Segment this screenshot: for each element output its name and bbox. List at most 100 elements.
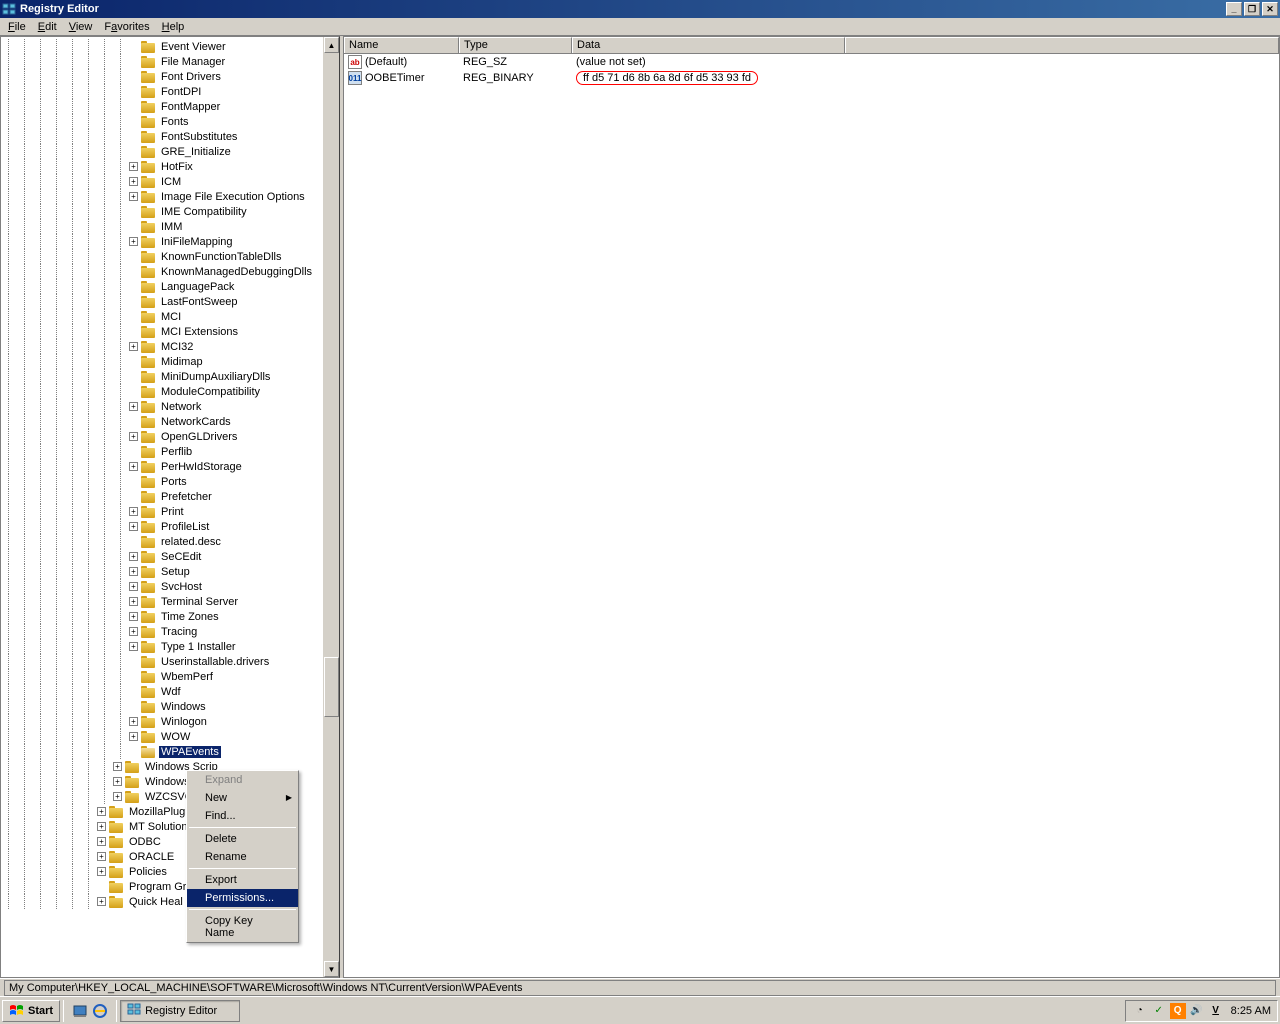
tree-item[interactable]: +SeCEdit <box>1 549 323 564</box>
tree-item[interactable]: related.desc <box>1 534 323 549</box>
tree-item[interactable]: FontDPI <box>1 84 323 99</box>
tree-item[interactable]: ModuleCompatibility <box>1 384 323 399</box>
tree-item[interactable]: Event Viewer <box>1 39 323 54</box>
tree-scrollbar[interactable]: ▲ ▼ <box>323 37 339 977</box>
tray-icon-5[interactable]: V <box>1208 1003 1224 1019</box>
tree-item[interactable]: +ProfileList <box>1 519 323 534</box>
tree-item[interactable]: Windows <box>1 699 323 714</box>
tray-icon-4[interactable]: 🔊 <box>1189 1003 1205 1019</box>
tree-item[interactable]: Prefetcher <box>1 489 323 504</box>
context-menu-item[interactable]: Rename <box>187 848 298 866</box>
tray-icon-1[interactable]: ◔ <box>1132 1003 1148 1019</box>
expander-icon[interactable]: + <box>97 897 106 906</box>
taskbar-app-button[interactable]: Registry Editor <box>120 1000 240 1022</box>
expander-icon[interactable]: + <box>129 522 138 531</box>
expander-icon[interactable]: + <box>129 402 138 411</box>
tree-item[interactable]: WPAEvents <box>1 744 323 759</box>
tree-item[interactable]: MCI Extensions <box>1 324 323 339</box>
menu-view[interactable]: View <box>63 19 99 35</box>
tree-item[interactable]: MCI <box>1 309 323 324</box>
scroll-thumb[interactable] <box>324 657 339 717</box>
tree-item[interactable]: LastFontSweep <box>1 294 323 309</box>
tree-item[interactable]: Ports <box>1 474 323 489</box>
expander-icon[interactable]: + <box>129 627 138 636</box>
tree-item[interactable]: +OpenGLDrivers <box>1 429 323 444</box>
tree-item[interactable]: Userinstallable.drivers <box>1 654 323 669</box>
column-header[interactable]: Type <box>459 37 572 53</box>
expander-icon[interactable]: + <box>129 717 138 726</box>
expander-icon[interactable]: + <box>97 807 106 816</box>
context-menu-item[interactable]: Export <box>187 871 298 889</box>
tree-item[interactable]: MiniDumpAuxiliaryDlls <box>1 369 323 384</box>
tree-item[interactable]: GRE_Initialize <box>1 144 323 159</box>
clock[interactable]: 8:25 AM <box>1227 1005 1271 1017</box>
tree-item[interactable]: Perflib <box>1 444 323 459</box>
tree-item[interactable]: +Type 1 Installer <box>1 639 323 654</box>
menu-file[interactable]: File <box>2 19 32 35</box>
list-row[interactable]: ab(Default)REG_SZ(value not set) <box>344 54 1279 70</box>
tree-item[interactable]: +WOW <box>1 729 323 744</box>
expander-icon[interactable]: + <box>97 837 106 846</box>
maximize-button[interactable]: ❐ <box>1244 2 1260 16</box>
tree-item[interactable]: +Tracing <box>1 624 323 639</box>
show-desktop-icon[interactable] <box>71 1002 89 1020</box>
menu-help[interactable]: Help <box>156 19 191 35</box>
tree-item[interactable]: IMM <box>1 219 323 234</box>
ie-icon[interactable] <box>91 1002 109 1020</box>
expander-icon[interactable]: + <box>129 567 138 576</box>
tree-item[interactable]: Midimap <box>1 354 323 369</box>
column-header[interactable]: Data <box>572 37 845 53</box>
expander-icon[interactable]: + <box>129 507 138 516</box>
tree-item[interactable]: +ICM <box>1 174 323 189</box>
list-row[interactable]: 011OOBETimerREG_BINARYff d5 71 d6 8b 6a … <box>344 70 1279 86</box>
tree-item[interactable]: File Manager <box>1 54 323 69</box>
expander-icon[interactable]: + <box>129 342 138 351</box>
context-menu-item[interactable]: New▶ <box>187 789 298 807</box>
close-button[interactable]: ✕ <box>1262 2 1278 16</box>
expander-icon[interactable]: + <box>129 732 138 741</box>
expander-icon[interactable]: + <box>129 642 138 651</box>
expander-icon[interactable]: + <box>129 462 138 471</box>
tree-item[interactable]: IME Compatibility <box>1 204 323 219</box>
tree-item[interactable]: +SvcHost <box>1 579 323 594</box>
tree-item[interactable]: WbemPerf <box>1 669 323 684</box>
expander-icon[interactable]: + <box>113 762 122 771</box>
expander-icon[interactable]: + <box>129 192 138 201</box>
tray-icon-3[interactable]: Q <box>1170 1003 1186 1019</box>
tray-icon-2[interactable]: ✓ <box>1151 1003 1167 1019</box>
start-button[interactable]: Start <box>2 1000 60 1022</box>
expander-icon[interactable]: + <box>129 582 138 591</box>
context-menu-item[interactable]: Copy Key Name <box>187 912 298 942</box>
scroll-down-icon[interactable]: ▼ <box>324 961 339 977</box>
expander-icon[interactable]: + <box>129 612 138 621</box>
expander-icon[interactable]: + <box>113 777 122 786</box>
tree-item[interactable]: FontSubstitutes <box>1 129 323 144</box>
expander-icon[interactable]: + <box>129 162 138 171</box>
tree-item[interactable]: +Print <box>1 504 323 519</box>
expander-icon[interactable]: + <box>129 552 138 561</box>
tree-item[interactable]: +PerHwIdStorage <box>1 459 323 474</box>
tree-item[interactable]: +Image File Execution Options <box>1 189 323 204</box>
list-body[interactable]: ab(Default)REG_SZ(value not set)011OOBET… <box>344 54 1279 977</box>
expander-icon[interactable]: + <box>129 432 138 441</box>
expander-icon[interactable]: + <box>97 867 106 876</box>
menu-edit[interactable]: Edit <box>32 19 63 35</box>
tree-item[interactable]: +Terminal Server <box>1 594 323 609</box>
context-menu-item[interactable]: Find... <box>187 807 298 825</box>
minimize-button[interactable]: _ <box>1226 2 1242 16</box>
expander-icon[interactable]: + <box>97 822 106 831</box>
tree-item[interactable]: KnownFunctionTableDlls <box>1 249 323 264</box>
tree-item[interactable]: +Winlogon <box>1 714 323 729</box>
expander-icon[interactable]: + <box>129 237 138 246</box>
tree-item[interactable]: +Time Zones <box>1 609 323 624</box>
tree-item[interactable]: +HotFix <box>1 159 323 174</box>
expander-icon[interactable]: + <box>129 177 138 186</box>
tree-item[interactable]: Fonts <box>1 114 323 129</box>
tree-item[interactable]: Font Drivers <box>1 69 323 84</box>
expander-icon[interactable]: + <box>129 597 138 606</box>
tree-item[interactable]: LanguagePack <box>1 279 323 294</box>
tree-item[interactable]: +Network <box>1 399 323 414</box>
column-header[interactable]: Name <box>344 37 459 53</box>
expander-icon[interactable]: + <box>113 792 122 801</box>
menu-favorites[interactable]: Favorites <box>98 19 155 35</box>
